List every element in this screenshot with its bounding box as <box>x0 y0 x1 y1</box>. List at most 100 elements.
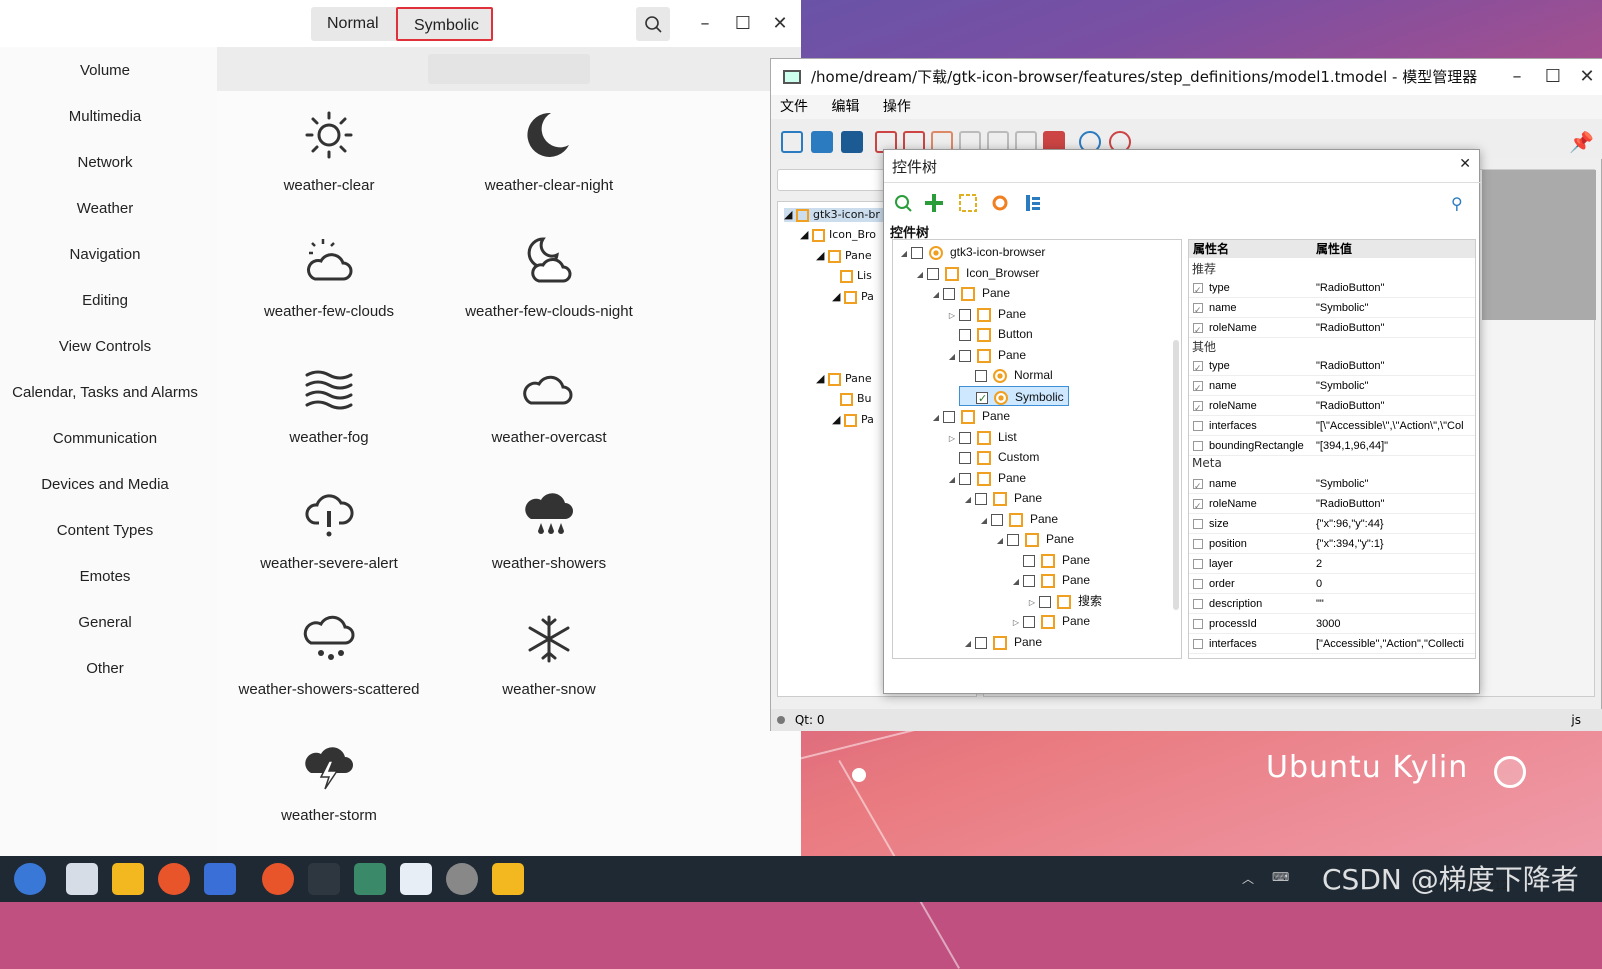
tree-node[interactable]: ◢ Pa <box>832 290 874 304</box>
category-communication[interactable]: Communication <box>0 430 210 447</box>
tree-node[interactable]: ▷ List <box>945 427 1017 447</box>
search-entry[interactable] <box>428 54 654 84</box>
tree-node[interactable]: Lis <box>840 269 872 283</box>
property-row[interactable]: name"Symbolic" <box>1189 376 1475 398</box>
close-button[interactable]: ✕ <box>768 12 792 36</box>
property-row[interactable]: boundingRectangle "[394,1,96,44]" <box>1189 436 1475 456</box>
tree-node[interactable]: Button <box>959 324 1033 344</box>
start-menu-icon[interactable] <box>14 863 46 895</box>
property-row[interactable]: order 0 <box>1189 574 1475 594</box>
category-navigation[interactable]: Navigation <box>0 246 210 263</box>
tree-node[interactable]: ◢ Pane <box>929 283 1010 303</box>
category-content-types[interactable]: Content Types <box>0 522 210 539</box>
tree-node[interactable]: ◢ Pane <box>993 529 1074 549</box>
menu-edit[interactable]: 编辑 <box>831 99 859 115</box>
tree-node[interactable]: ◢ Icon_Browser <box>913 263 1039 283</box>
maximize-button[interactable]: ☐ <box>1541 65 1565 89</box>
new-model-icon[interactable] <box>781 131 803 153</box>
property-row[interactable]: processId 3000 <box>1189 614 1475 634</box>
files-running-icon[interactable] <box>492 863 524 895</box>
file-manager-icon[interactable] <box>112 863 144 895</box>
property-row[interactable]: roleName"RadioButton" <box>1189 396 1475 418</box>
firefox-running-icon[interactable] <box>262 863 294 895</box>
tree-node[interactable]: ◢ Pane <box>929 406 1010 426</box>
tree-node[interactable]: ◢ gtk3-icon-browser <box>897 242 1045 262</box>
icon-cell-weather-severe-alert[interactable]: weather-severe-alert <box>217 485 441 572</box>
category-volume[interactable]: Volume <box>0 62 210 79</box>
tree-node[interactable]: ◢ Pane <box>945 345 1026 365</box>
wps-writer-icon[interactable] <box>204 863 236 895</box>
category-emotes[interactable]: Emotes <box>0 568 210 585</box>
tree-node[interactable]: ◢ Pane <box>961 632 1042 652</box>
tree-node[interactable]: ◢ Pane <box>816 249 872 263</box>
category-editing[interactable]: Editing <box>0 292 210 309</box>
menu-operate[interactable]: 操作 <box>883 99 911 115</box>
close-button[interactable]: ✕ <box>1575 65 1599 89</box>
firefox-icon[interactable] <box>158 863 190 895</box>
property-row[interactable]: interfaces "[\"Accessible\",\"Action\",\"… <box>1189 416 1475 436</box>
dialog-close-button[interactable]: ✕ <box>1459 156 1471 172</box>
refresh-icon[interactable] <box>992 195 1008 211</box>
property-row[interactable]: size {"x":96,"y":44} <box>1189 514 1475 534</box>
tree-node[interactable]: Pane <box>1023 550 1090 570</box>
icon-cell-weather-fog[interactable]: weather-fog <box>217 359 441 446</box>
property-row[interactable]: name"Symbolic" <box>1189 298 1475 320</box>
normal-mode-button[interactable]: Normal <box>311 7 397 41</box>
tree-scrollbar[interactable] <box>1173 340 1179 610</box>
property-row[interactable]: position {"x":394,"y":1} <box>1189 534 1475 554</box>
icon-cell-weather-few-clouds[interactable]: weather-few-clouds <box>217 233 441 320</box>
property-row[interactable]: name"Symbolic" <box>1189 474 1475 496</box>
icon-cell-weather-snow[interactable]: weather-snow <box>437 611 661 698</box>
property-row[interactable]: description "" <box>1189 594 1475 614</box>
property-row[interactable]: type"RadioButton" <box>1189 278 1475 300</box>
category-network[interactable]: Network <box>0 154 210 171</box>
icon-cell-weather-clear-night[interactable]: weather-clear-night <box>437 107 661 194</box>
minimize-button[interactable]: – <box>1505 65 1529 89</box>
tree-node[interactable]: ◢ Pane <box>1009 570 1090 590</box>
tree-node[interactable]: ◢ Pane <box>945 468 1026 488</box>
category-weather[interactable]: Weather <box>0 200 210 217</box>
model-manager-task-icon[interactable] <box>400 863 432 895</box>
category-other[interactable]: Other <box>0 660 210 677</box>
tray-chevron-icon[interactable]: ︿ <box>1242 870 1254 887</box>
property-row[interactable]: roleName"RadioButton" <box>1189 494 1475 516</box>
maximize-button[interactable]: ☐ <box>731 12 755 36</box>
pin-icon[interactable]: ⚲ <box>1451 194 1463 213</box>
tree-node[interactable]: ◢ Pane <box>816 372 872 386</box>
tree-node[interactable]: ▷ 搜索 <box>1025 591 1102 611</box>
symbolic-mode-button[interactable]: Symbolic <box>396 7 493 41</box>
tree-node[interactable]: Bu <box>840 392 872 406</box>
property-row[interactable]: interfaces ["Accessible","Action","Collec… <box>1189 634 1475 654</box>
expand-tree-icon[interactable] <box>1026 195 1040 211</box>
icon-cell-weather-few-clouds-night[interactable]: weather-few-clouds-night <box>437 233 661 320</box>
minimize-button[interactable]: – <box>693 12 717 36</box>
property-row[interactable]: type"RadioButton" <box>1189 356 1475 378</box>
tree-node[interactable]: ◢ Pa <box>832 413 874 427</box>
category-devices-media[interactable]: Devices and Media <box>0 476 210 493</box>
settings-icon[interactable] <box>446 863 478 895</box>
pin-icon[interactable]: 📌 <box>1569 131 1594 153</box>
tree-node-selected[interactable]: Symbolic <box>959 386 1069 409</box>
tree-node[interactable]: Normal <box>975 365 1053 385</box>
icon-cell-weather-showers-scattered[interactable]: weather-showers-scattered <box>217 611 441 698</box>
add-icon[interactable] <box>925 194 943 212</box>
gtk-tool-icon[interactable] <box>354 863 386 895</box>
search-toggle-button[interactable] <box>636 7 670 41</box>
tree-node[interactable]: ▷ Pane <box>1009 611 1090 631</box>
icon-cell-weather-overcast[interactable]: weather-overcast <box>437 359 661 446</box>
terminal-icon[interactable] <box>308 863 340 895</box>
tree-node[interactable]: Custom <box>959 447 1039 467</box>
category-general[interactable]: General <box>0 614 210 631</box>
search-icon[interactable] <box>895 195 912 212</box>
icon-cell-weather-showers[interactable]: weather-showers <box>437 485 661 572</box>
property-row[interactable]: roleName"RadioButton" <box>1189 318 1475 340</box>
icon-cell-weather-storm[interactable]: weather-storm <box>217 737 441 824</box>
property-row[interactable]: layer 2 <box>1189 554 1475 574</box>
open-folder-icon[interactable] <box>811 131 833 153</box>
icon-cell-weather-clear[interactable]: weather-clear <box>217 107 441 194</box>
category-calendar[interactable]: Calendar, Tasks and Alarms <box>0 384 210 401</box>
tree-node[interactable]: ◢ Pane <box>961 488 1042 508</box>
tree-node[interactable]: ◢ Icon_Bro <box>800 228 876 242</box>
capture-icon[interactable] <box>959 194 977 212</box>
tree-node[interactable]: ◢ Pane <box>977 509 1058 529</box>
